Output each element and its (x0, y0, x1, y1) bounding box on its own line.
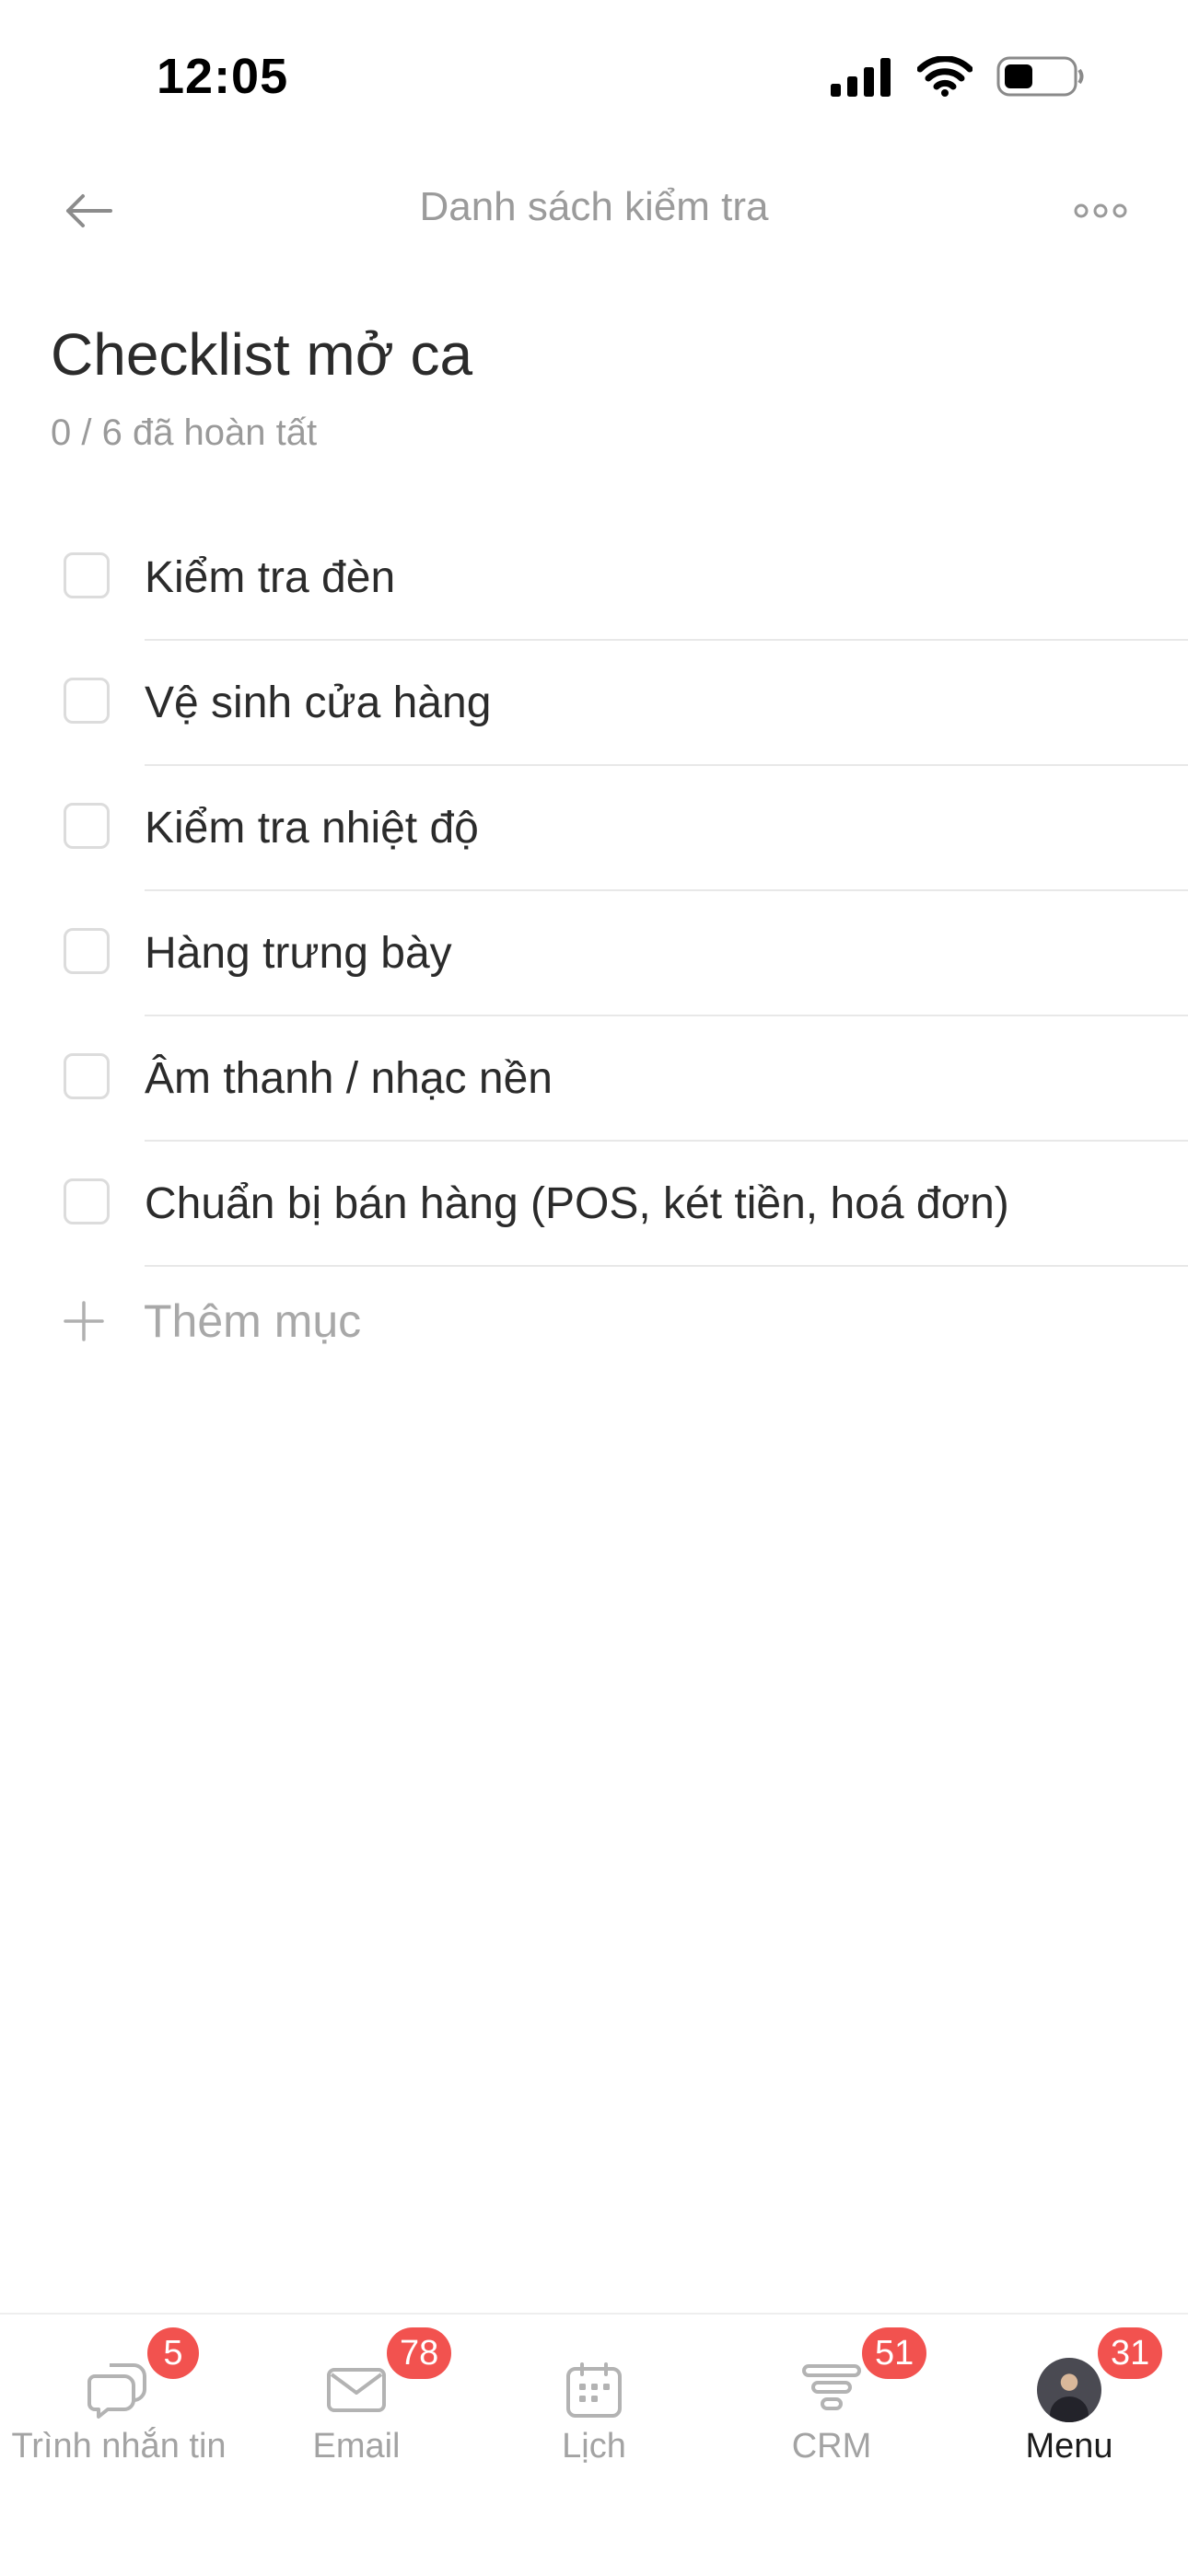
chat-icon (84, 2355, 154, 2425)
add-item-label: Thêm mục (144, 1295, 362, 1347)
checklist-item[interactable]: Kiểm tra nhiệt độ (0, 766, 1188, 891)
plus-icon (61, 1298, 107, 1344)
more-options-button[interactable] (1059, 180, 1142, 246)
checkbox[interactable] (64, 928, 110, 974)
wifi-icon (916, 55, 973, 101)
tab-menu[interactable]: 31 Menu (950, 2315, 1188, 2480)
checklist-item[interactable]: Hàng trưng bày (0, 891, 1188, 1016)
checkbox[interactable] (64, 1053, 110, 1099)
checklist-item-label: Chuẩn bị bán hàng (POS, két tiền, hoá đơ… (145, 1179, 1009, 1228)
more-horizontal-icon (1073, 202, 1128, 225)
checkbox[interactable] (64, 678, 110, 724)
avatar (1034, 2355, 1104, 2425)
tab-label: Lịch (562, 2427, 626, 2466)
checkbox[interactable] (64, 803, 110, 849)
checklist-item[interactable]: Kiểm tra đèn (0, 516, 1188, 641)
tab-messenger[interactable]: 5 Trình nhắn tin (0, 2315, 238, 2480)
nav-bar: Danh sách kiểm tra (0, 157, 1188, 262)
checkbox[interactable] (64, 552, 110, 598)
page-title: Checklist mở ca (51, 321, 473, 388)
calendar-icon (559, 2355, 629, 2425)
checklist-item-label: Vệ sinh cửa hàng (145, 679, 492, 727)
checklist-item[interactable]: Vệ sinh cửa hàng (0, 641, 1188, 766)
tab-label: Menu (1025, 2427, 1113, 2466)
tab-label: CRM (791, 2427, 872, 2466)
status-bar: 12:05 (0, 0, 1188, 157)
checklist-item-label: Kiểm tra nhiệt độ (145, 804, 479, 853)
checkbox[interactable] (64, 1178, 110, 1224)
battery-icon (996, 55, 1085, 102)
tab-calendar[interactable]: Lịch (475, 2315, 713, 2480)
tab-label: Trình nhắn tin (11, 2427, 227, 2466)
checklist-item-label: Âm thanh / nhạc nền (145, 1054, 553, 1103)
tab-crm[interactable]: 51 CRM (713, 2315, 950, 2480)
progress-text: 0 / 6 đã hoàn tất (51, 412, 318, 453)
tab-badge: 78 (387, 2327, 452, 2379)
tab-badge: 5 (147, 2327, 199, 2379)
avatar-image (1037, 2358, 1101, 2422)
checklist: Kiểm tra đèn Vệ sinh cửa hàng Kiểm tra n… (0, 516, 1188, 1375)
tab-badge: 31 (1098, 2327, 1163, 2379)
nav-title: Danh sách kiểm tra (419, 184, 769, 229)
checklist-item[interactable]: Âm thanh / nhạc nền (0, 1016, 1188, 1142)
mail-icon (321, 2355, 391, 2425)
status-icons (831, 55, 1085, 102)
tab-label: Email (312, 2427, 401, 2466)
checklist-item[interactable]: Chuẩn bị bán hàng (POS, két tiền, hoá đơ… (0, 1142, 1188, 1267)
tab-email[interactable]: 78 Email (238, 2315, 475, 2480)
cellular-signal-icon (831, 56, 893, 101)
funnel-icon (797, 2355, 867, 2425)
checklist-item-label: Hàng trưng bày (145, 929, 452, 978)
tab-bar: 5 Trình nhắn tin 78 Email Lịch 51 CRM 31… (0, 2313, 1188, 2576)
add-item-button[interactable]: Thêm mục (0, 1267, 1188, 1375)
checklist-item-label: Kiểm tra đèn (145, 553, 396, 602)
tab-badge: 51 (862, 2327, 927, 2379)
status-time: 12:05 (157, 49, 289, 104)
